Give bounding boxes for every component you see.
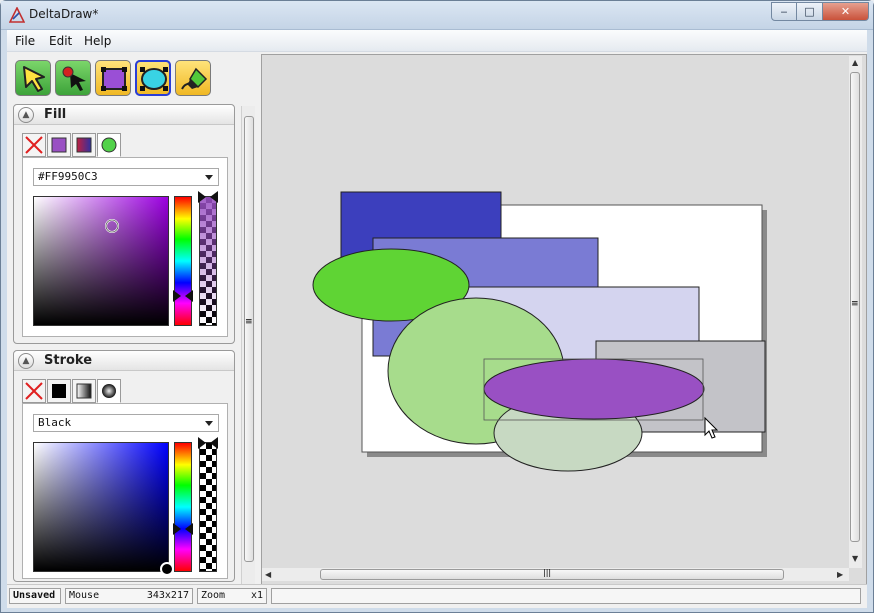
solid-stroke-icon bbox=[52, 384, 66, 398]
maximize-icon: □ bbox=[804, 5, 815, 18]
stroke-panel: ▲ Stroke Black bbox=[13, 350, 235, 582]
grip-icon: ≡ bbox=[245, 317, 253, 327]
drawing-canvas[interactable] bbox=[261, 54, 867, 586]
menu-edit[interactable]: Edit bbox=[49, 34, 72, 48]
pen-tool-button[interactable] bbox=[175, 60, 211, 96]
fill-saturation-value-square[interactable] bbox=[33, 196, 169, 326]
node-edit-tool-button[interactable] bbox=[55, 60, 91, 96]
stroke-alpha-marker-icon bbox=[198, 437, 218, 449]
shape-purple-ellipse[interactable] bbox=[483, 358, 705, 420]
close-icon: ✕ bbox=[840, 5, 851, 18]
save-state-indicator: Unsaved bbox=[9, 588, 61, 604]
scroll-down-icon[interactable]: ▼ bbox=[852, 554, 858, 563]
grip-icon: ||| bbox=[543, 568, 552, 577]
stroke-solid-button[interactable] bbox=[47, 379, 71, 403]
side-panel-scrollbar[interactable]: ≡ bbox=[241, 106, 255, 584]
node-arrow-icon bbox=[62, 66, 86, 91]
scroll-up-icon[interactable]: ▲ bbox=[852, 58, 858, 67]
ellipse-tool-button[interactable] bbox=[135, 60, 171, 96]
stroke-hue-slider[interactable] bbox=[173, 442, 193, 572]
stroke-color-select[interactable]: Black bbox=[33, 414, 219, 432]
zoom-indicator: Zoom x1 bbox=[197, 588, 267, 604]
status-message bbox=[271, 588, 861, 604]
stroke-picker-cursor-icon bbox=[160, 562, 174, 576]
canvas-horizontal-scroll-thumb[interactable]: ||| bbox=[320, 568, 784, 580]
fill-picker: #FF9950C3 bbox=[22, 157, 228, 337]
client-area: File Edit Help ▲ Fill #FF9950C3 ▲ Stroke… bbox=[7, 30, 867, 608]
canvas-vertical-scrollbar[interactable]: ▲ ≡ ▼ bbox=[849, 56, 862, 568]
solid-fill-icon bbox=[51, 137, 67, 153]
stroke-hue-marker-icon bbox=[173, 523, 193, 535]
fill-alpha-marker-icon bbox=[198, 191, 218, 203]
app-window: DeltaDraw* ‒ □ ✕ File Edit Help ▲ Fill #… bbox=[0, 0, 874, 613]
drawing-surface[interactable] bbox=[262, 55, 850, 569]
chevron-down-icon bbox=[205, 421, 213, 426]
zoom-label: Zoom bbox=[201, 590, 226, 601]
no-fill-icon bbox=[25, 136, 43, 154]
stroke-collapse-icon[interactable]: ▲ bbox=[18, 353, 34, 369]
menu-bar: File Edit Help bbox=[7, 30, 867, 52]
save-state-text: Unsaved bbox=[13, 590, 56, 601]
fill-panel: ▲ Fill #FF9950C3 bbox=[13, 104, 235, 344]
mouse-label: Mouse bbox=[69, 590, 100, 601]
linear-gradient-icon bbox=[76, 137, 92, 153]
fill-picker-cursor-icon bbox=[105, 219, 119, 233]
status-bar: Unsaved Mouse 343x217 Zoom x1 bbox=[7, 584, 867, 606]
linear-gradient-icon bbox=[76, 383, 92, 399]
mouse-coordinates: 343x217 bbox=[146, 590, 189, 601]
zoom-value: x1 bbox=[250, 590, 263, 601]
fill-hue-slider[interactable] bbox=[173, 196, 193, 326]
fill-panel-header[interactable]: ▲ Fill bbox=[14, 105, 234, 125]
app-logo-icon bbox=[9, 7, 25, 23]
fill-collapse-icon[interactable]: ▲ bbox=[18, 107, 34, 123]
grip-icon: ≡ bbox=[851, 299, 859, 309]
arrow-icon bbox=[23, 66, 45, 92]
fill-alpha-slider[interactable] bbox=[198, 191, 218, 326]
pen-icon bbox=[181, 67, 208, 90]
select-tool-button[interactable] bbox=[15, 60, 51, 96]
fill-panel-title: Fill bbox=[44, 107, 67, 122]
ellipse-icon bbox=[140, 67, 168, 91]
stroke-panel-header[interactable]: ▲ Stroke bbox=[14, 351, 234, 371]
rectangle-tool-button[interactable] bbox=[95, 60, 131, 96]
stroke-picker: Black bbox=[22, 403, 228, 579]
window-controls: ‒ □ ✕ bbox=[771, 2, 869, 21]
fill-hue-marker-icon bbox=[173, 290, 193, 302]
scroll-right-icon[interactable]: ▶ bbox=[837, 570, 843, 579]
fill-solid-button[interactable] bbox=[47, 133, 71, 157]
title-bar[interactable]: DeltaDraw* ‒ □ ✕ bbox=[1, 1, 873, 30]
menu-file[interactable]: File bbox=[15, 34, 35, 48]
chevron-down-icon bbox=[205, 175, 213, 180]
radial-gradient-icon bbox=[102, 384, 116, 398]
window-title: DeltaDraw* bbox=[29, 7, 99, 21]
stroke-saturation-value-square[interactable] bbox=[33, 442, 174, 576]
rectangle-icon bbox=[101, 67, 127, 91]
minimize-button[interactable]: ‒ bbox=[771, 2, 797, 21]
fill-radial-gradient-button[interactable] bbox=[97, 133, 121, 157]
side-panel-scroll-thumb[interactable]: ≡ bbox=[244, 116, 254, 562]
stroke-none-button[interactable] bbox=[22, 379, 46, 403]
fill-none-button[interactable] bbox=[22, 133, 46, 157]
mouse-position-indicator: Mouse 343x217 bbox=[65, 588, 193, 604]
maximize-button[interactable]: □ bbox=[797, 2, 823, 21]
minimize-icon: ‒ bbox=[780, 5, 788, 18]
stroke-color-value: Black bbox=[38, 416, 72, 429]
radial-gradient-icon bbox=[101, 137, 117, 153]
fill-linear-gradient-button[interactable] bbox=[72, 133, 96, 157]
fill-color-select[interactable]: #FF9950C3 bbox=[33, 168, 219, 186]
scroll-left-icon[interactable]: ◀ bbox=[265, 570, 271, 579]
stroke-alpha-slider[interactable] bbox=[198, 437, 218, 572]
menu-help[interactable]: Help bbox=[84, 34, 111, 48]
stroke-radial-gradient-button[interactable] bbox=[97, 379, 121, 403]
fill-color-value: #FF9950C3 bbox=[38, 170, 98, 183]
stroke-panel-title: Stroke bbox=[44, 353, 93, 368]
canvas-horizontal-scrollbar[interactable]: ◀ ||| ▶ bbox=[262, 568, 849, 581]
stroke-linear-gradient-button[interactable] bbox=[72, 379, 96, 403]
close-button[interactable]: ✕ bbox=[823, 2, 869, 21]
no-stroke-icon bbox=[25, 382, 43, 400]
canvas-vertical-scroll-thumb[interactable]: ≡ bbox=[850, 72, 860, 542]
